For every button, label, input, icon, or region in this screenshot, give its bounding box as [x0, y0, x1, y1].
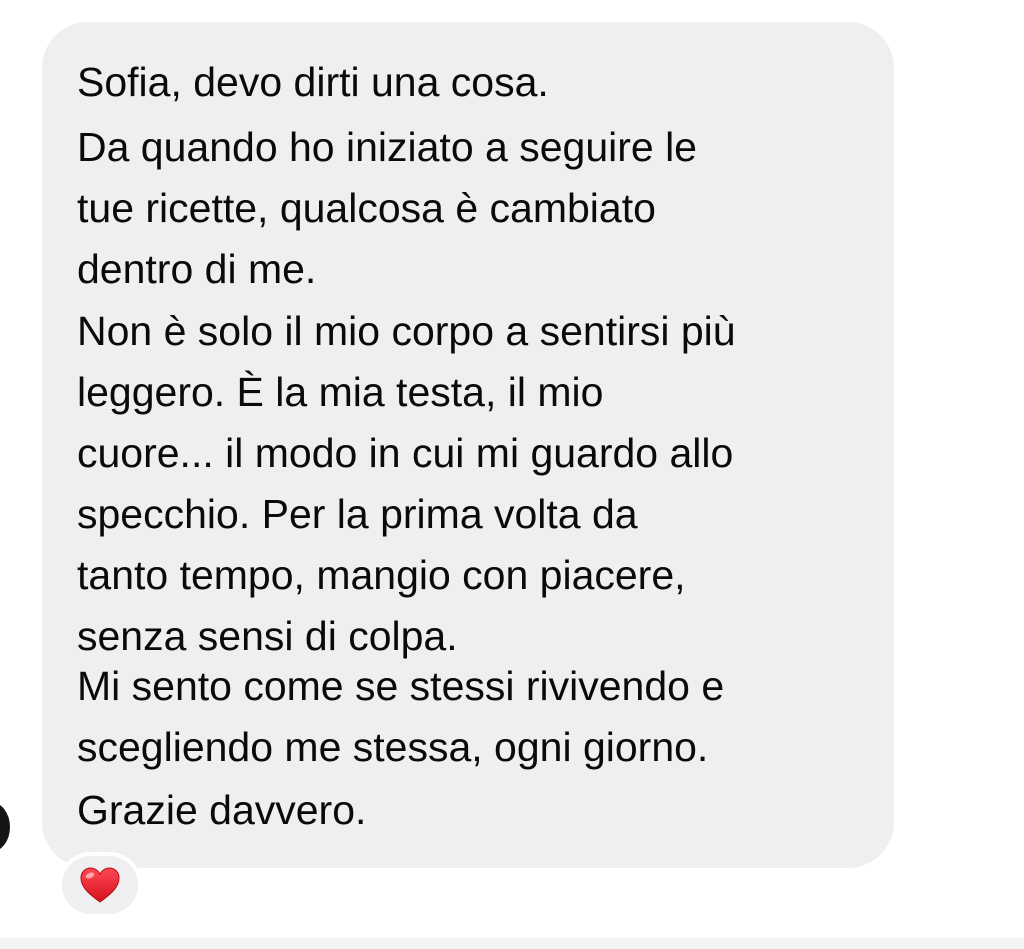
red-heart-icon	[80, 867, 120, 903]
heart-reaction[interactable]	[58, 852, 142, 918]
message-line: specchio. Per la prima volta da	[77, 491, 638, 537]
message-line: tue ricette, qualcosa è cambiato	[77, 185, 656, 231]
message-paragraph: Grazie davvero.	[77, 780, 366, 841]
message-paragraph: Da quando ho iniziato a seguire le tue r…	[77, 117, 697, 300]
message-line: Sofia, devo dirti una cosa.	[77, 59, 549, 105]
message-bubble[interactable]: Sofia, devo dirti una cosa. Da quando ho…	[42, 22, 894, 868]
message-paragraph: Non è solo il mio corpo a sentirsi più l…	[77, 301, 736, 667]
message-line: leggero. È la mia testa, il mio	[77, 369, 604, 415]
message-line: scegliendo me stessa, ogni giorno.	[77, 724, 709, 770]
message-line: cuore... il modo in cui mi guardo allo	[77, 430, 734, 476]
message-line: dentro di me.	[77, 246, 317, 292]
message-line: tanto tempo, mangio con piacere,	[77, 552, 686, 598]
message-line: Non è solo il mio corpo a sentirsi più	[77, 308, 736, 354]
chat-view: Sofia, devo dirti una cosa. Da quando ho…	[0, 0, 1024, 949]
bottom-divider	[0, 938, 1024, 949]
message-line: Mi sento come se stessi rivivendo e	[77, 663, 725, 709]
message-paragraph: Sofia, devo dirti una cosa.	[77, 52, 549, 113]
message-line: Grazie davvero.	[77, 787, 367, 833]
message-paragraph: Mi sento come se stessi rivivendo e sceg…	[77, 656, 724, 778]
message-line: Da quando ho iniziato a seguire le	[77, 124, 697, 170]
sender-avatar[interactable]	[0, 802, 10, 852]
